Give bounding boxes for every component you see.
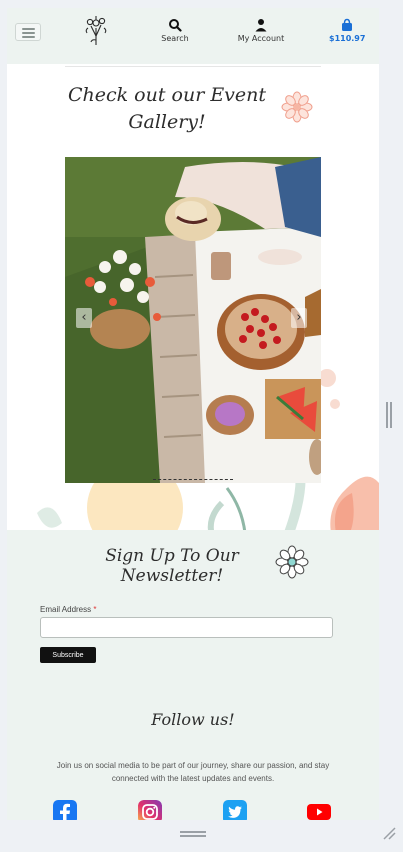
search-label: Search [161, 34, 189, 43]
divider [65, 66, 321, 67]
horizontal-resize-handle[interactable] [180, 831, 206, 837]
chevron-left-icon: ‹ [81, 310, 87, 325]
newsletter-title: Sign Up To Our Newsletter! [105, 546, 239, 586]
logo-icon[interactable] [83, 14, 109, 46]
vertical-resize-handle[interactable] [386, 402, 392, 428]
email-field[interactable] [40, 617, 333, 638]
account-label: My Account [237, 34, 285, 43]
gallery-photo[interactable] [65, 157, 321, 483]
page-frame: Search My Account $110.97 Check out our … [7, 8, 379, 852]
bottom-resize-bar [0, 820, 403, 852]
chevron-right-icon: › [296, 310, 302, 325]
cart-total: $110.97 [329, 34, 366, 43]
email-label: Email Address * [40, 605, 97, 614]
flower-icon [281, 91, 313, 123]
user-icon [255, 19, 267, 32]
site-header: Search My Account $110.97 [7, 8, 379, 64]
gallery-pagination[interactable] [153, 479, 233, 481]
flower-icon [275, 545, 309, 579]
search-link[interactable]: Search [157, 18, 193, 43]
search-icon [169, 19, 182, 32]
gallery-title: Check out our Event Gallery! [67, 84, 267, 133]
cart-link[interactable]: $110.97 [329, 18, 365, 43]
my-account-link[interactable]: My Account [235, 18, 287, 43]
follow-description: Join us on social media to be part of ou… [56, 761, 330, 783]
hamburger-menu-button[interactable] [15, 23, 41, 41]
newsletter-section: Sign Up To Our Newsletter! Email Address… [7, 530, 379, 852]
gallery-prev-button[interactable]: ‹ [76, 308, 92, 328]
shopping-bag-icon [342, 18, 352, 31]
picnic-photo-illustration [65, 157, 321, 483]
gallery-next-button[interactable]: › [291, 308, 307, 328]
subscribe-button[interactable]: Subscribe [40, 647, 96, 663]
follow-title: Follow us! [151, 710, 235, 729]
resize-corner-icon[interactable] [382, 826, 396, 840]
